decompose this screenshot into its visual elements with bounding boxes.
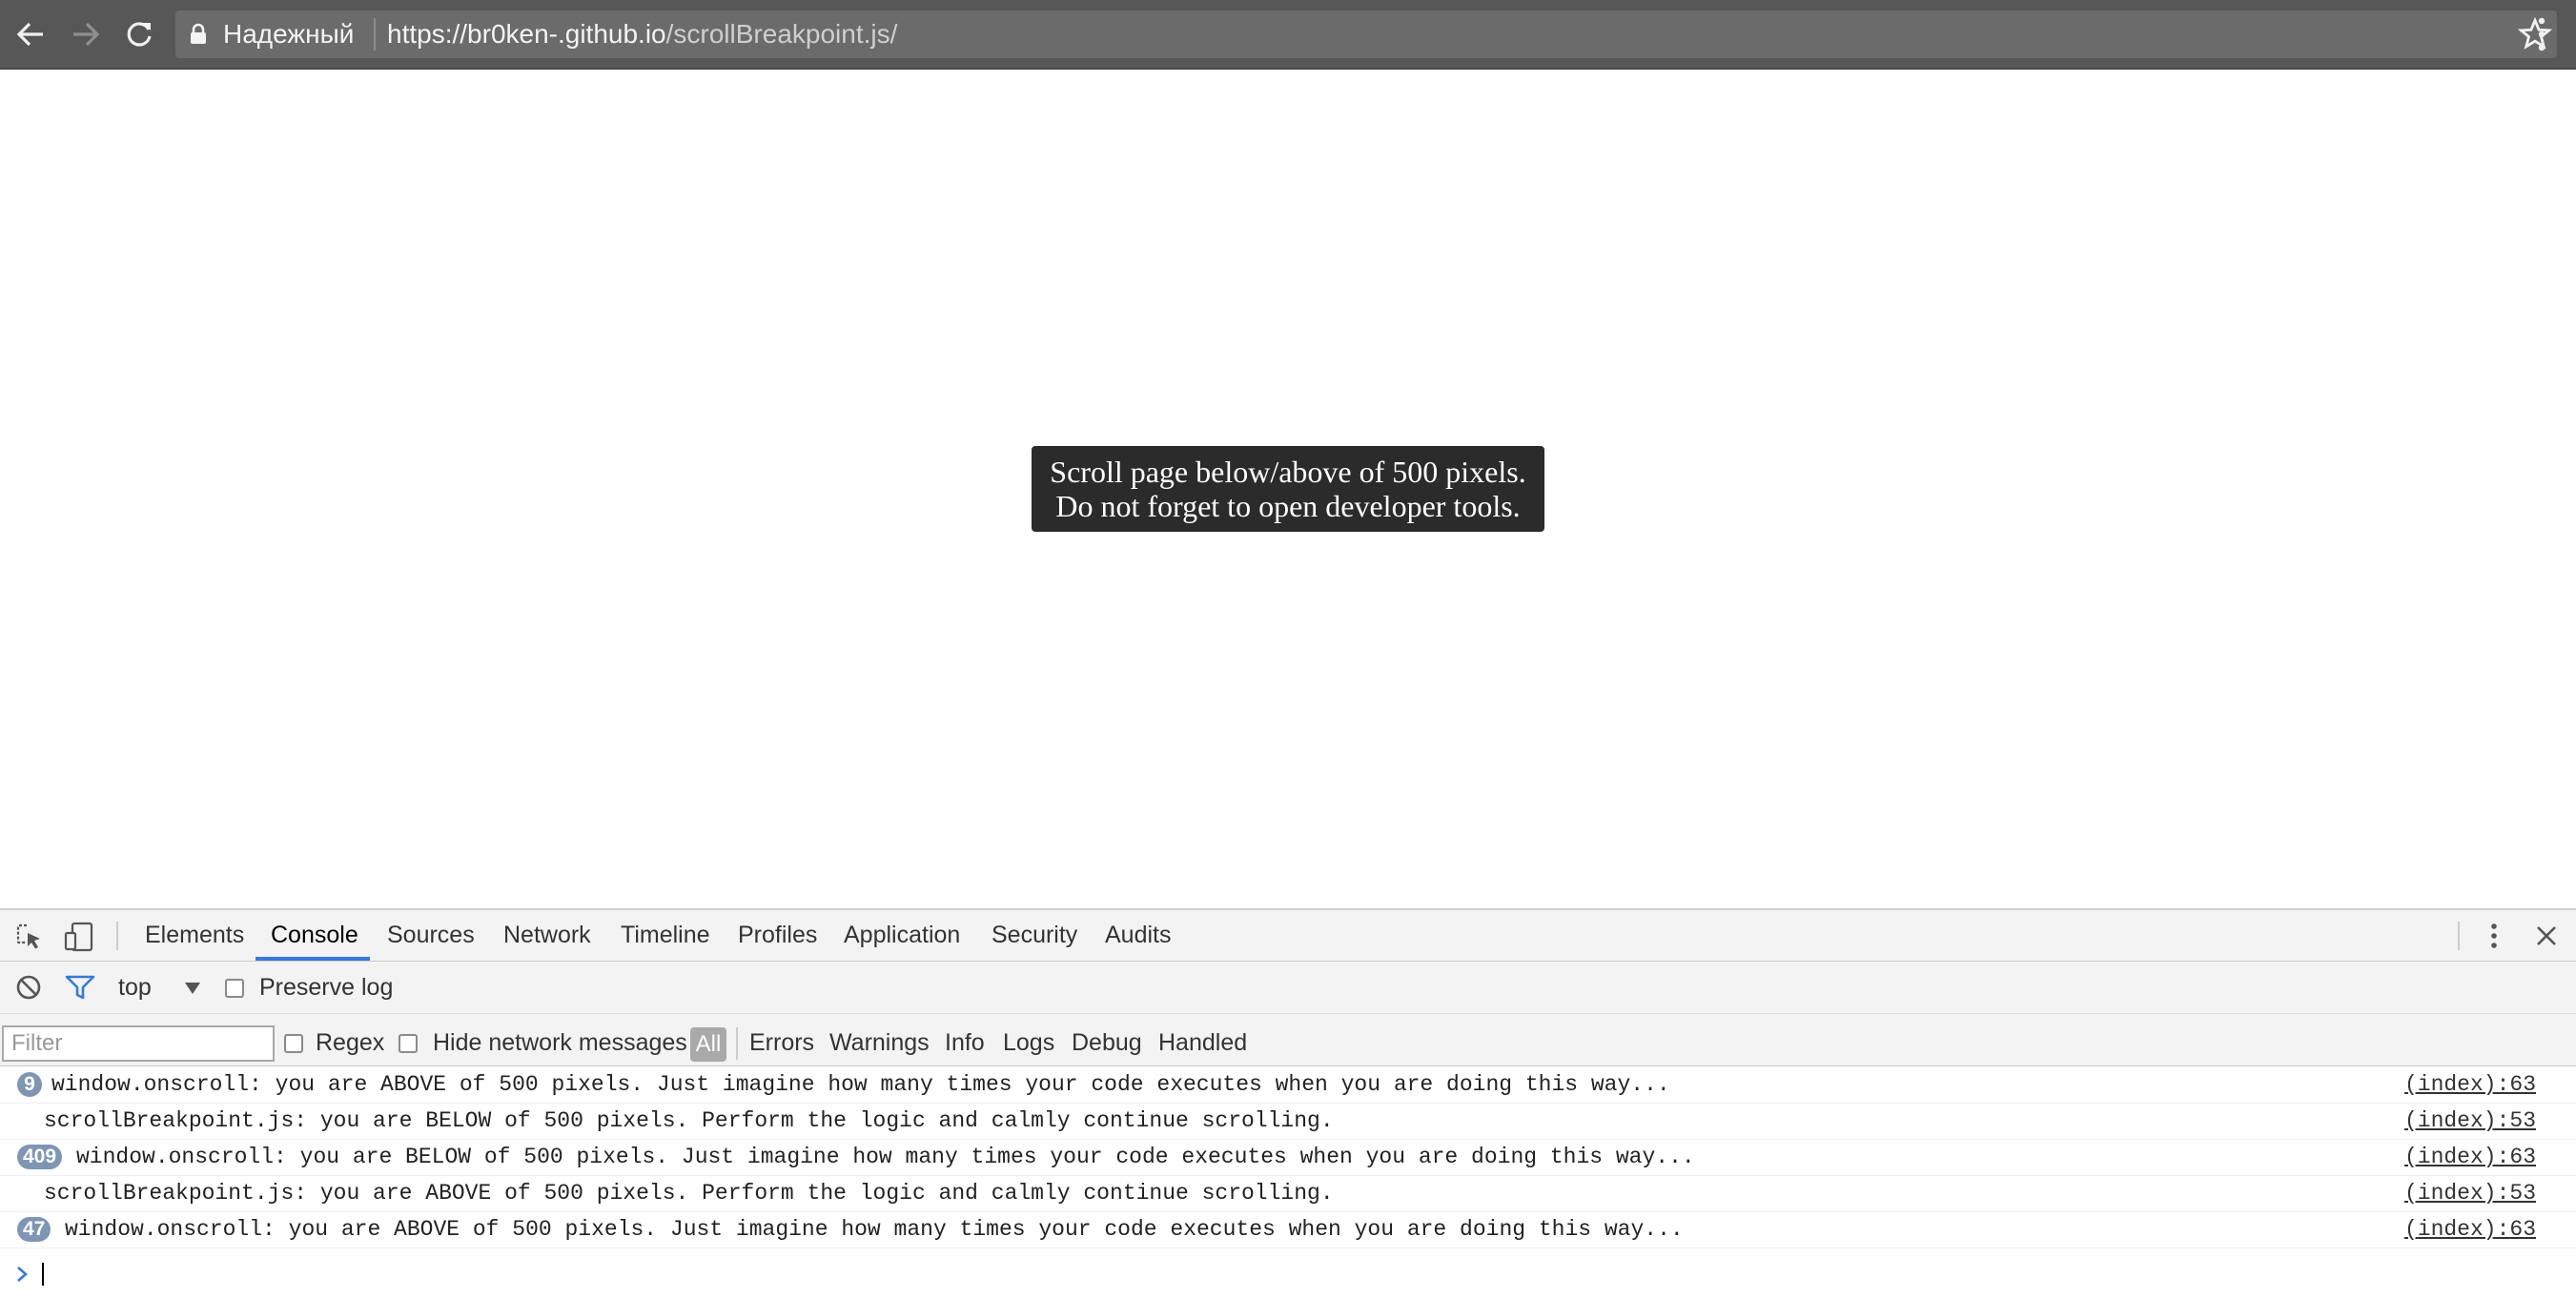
inspect-element-icon[interactable] bbox=[15, 923, 44, 951]
level-all-button[interactable]: All bbox=[690, 1027, 726, 1062]
notice-line-2: Do not forget to open developer tools. bbox=[1055, 489, 1521, 523]
console-prompt[interactable] bbox=[0, 1253, 2576, 1291]
clear-console-icon[interactable] bbox=[15, 974, 42, 1001]
tab-sources[interactable]: Sources bbox=[387, 922, 475, 949]
close-icon[interactable] bbox=[2534, 923, 2559, 948]
source-link[interactable]: (index):53 bbox=[2404, 1108, 2536, 1133]
console-row: scrollBreakpoint.js: you are ABOVE of 50… bbox=[0, 1175, 2576, 1212]
tab-application[interactable]: Application bbox=[844, 922, 960, 949]
url-path: /scrollBreakpoint.js/ bbox=[665, 19, 898, 49]
console-row: 47 window.onscroll: you are ABOVE of 500… bbox=[0, 1211, 2576, 1248]
text-caret bbox=[42, 1263, 44, 1286]
level-info-button[interactable]: Info bbox=[945, 1029, 985, 1057]
tabbar-right-divider bbox=[2458, 922, 2460, 950]
tab-elements[interactable]: Elements bbox=[145, 922, 244, 949]
source-link[interactable]: (index):63 bbox=[2404, 1145, 2536, 1169]
regex-label: Regex bbox=[316, 1029, 385, 1056]
console-message: window.onscroll: you are ABOVE of 500 pi… bbox=[51, 1072, 1670, 1097]
tab-audits[interactable]: Audits bbox=[1105, 922, 1171, 949]
lock-icon bbox=[191, 23, 206, 44]
context-selector[interactable]: top bbox=[118, 974, 152, 1002]
reload-button[interactable] bbox=[118, 13, 160, 55]
level-warnings-button[interactable]: Warnings bbox=[829, 1029, 930, 1057]
address-divider bbox=[374, 18, 376, 51]
console-message: scrollBreakpoint.js: you are BELOW of 50… bbox=[44, 1108, 1334, 1133]
arrow-right-icon bbox=[73, 22, 100, 47]
preserve-log-label: Preserve log bbox=[259, 974, 394, 1001]
chrome-menu-icon[interactable] bbox=[2521, 15, 2563, 53]
level-handled-button[interactable]: Handled bbox=[1158, 1029, 1247, 1057]
console-row: 409 window.onscroll: you are BELOW of 50… bbox=[0, 1139, 2576, 1176]
devtools-tabbar: Elements Console Sources Network Timelin… bbox=[0, 910, 2576, 962]
repeat-count-badge: 9 bbox=[17, 1072, 42, 1097]
scroll-notice: Scroll page below/above of 500 pixels. D… bbox=[1032, 446, 1544, 532]
page-viewport: Scroll page below/above of 500 pixels. D… bbox=[0, 70, 2576, 908]
console-row: scrollBreakpoint.js: you are BELOW of 50… bbox=[0, 1103, 2576, 1140]
console-row: 9 window.onscroll: you are ABOVE of 500 … bbox=[0, 1066, 2576, 1104]
tab-network[interactable]: Network bbox=[503, 922, 591, 949]
caret-down-icon[interactable] bbox=[183, 981, 202, 996]
tab-timeline[interactable]: Timeline bbox=[621, 922, 710, 949]
level-logs-button[interactable]: Logs bbox=[1003, 1029, 1054, 1057]
hide-network-checkbox[interactable] bbox=[399, 1034, 418, 1053]
tab-profiles[interactable]: Profiles bbox=[738, 922, 817, 949]
tabbar-divider bbox=[116, 922, 118, 950]
console-toolbar: top Preserve log bbox=[0, 962, 2576, 1014]
hide-network-label: Hide network messages bbox=[433, 1029, 687, 1056]
preserve-log-checkbox[interactable] bbox=[225, 979, 244, 998]
source-link[interactable]: (index):63 bbox=[2404, 1072, 2536, 1097]
repeat-count-badge: 47 bbox=[17, 1217, 51, 1242]
secure-label: Надежный bbox=[223, 19, 355, 49]
url-host: https://br0ken-.github.io bbox=[387, 19, 666, 49]
tab-security[interactable]: Security bbox=[992, 922, 1077, 949]
tab-console[interactable]: Console bbox=[271, 922, 358, 949]
console-messages: 9 window.onscroll: you are ABOVE of 500 … bbox=[0, 1066, 2576, 1298]
device-toolbar-icon[interactable] bbox=[63, 922, 95, 952]
filter-icon[interactable] bbox=[65, 974, 95, 1001]
regex-checkbox[interactable] bbox=[284, 1034, 303, 1053]
forward-button[interactable] bbox=[65, 13, 107, 55]
browser-toolbar: Надежный https://br0ken-.github.io/scrol… bbox=[0, 0, 2576, 70]
level-debug-button[interactable]: Debug bbox=[1072, 1029, 1142, 1057]
back-button[interactable] bbox=[10, 13, 51, 55]
address-bar[interactable]: Надежный https://br0ken-.github.io/scrol… bbox=[175, 10, 2557, 58]
chevron-right-icon bbox=[17, 1267, 28, 1282]
console-filter-bar: Regex Hide network messages All Errors W… bbox=[0, 1014, 2576, 1066]
reload-icon bbox=[127, 22, 152, 47]
source-link[interactable]: (index):53 bbox=[2404, 1181, 2536, 1206]
notice-line-1: Scroll page below/above of 500 pixels. bbox=[1050, 455, 1526, 489]
active-tab-indicator bbox=[256, 957, 370, 961]
level-errors-button[interactable]: Errors bbox=[749, 1029, 814, 1057]
url-text[interactable]: https://br0ken-.github.io/scrollBreakpoi… bbox=[387, 19, 897, 50]
console-message: scrollBreakpoint.js: you are ABOVE of 50… bbox=[44, 1181, 1334, 1206]
console-message: window.onscroll: you are BELOW of 500 pi… bbox=[76, 1145, 1695, 1169]
source-link[interactable]: (index):63 bbox=[2404, 1217, 2536, 1242]
repeat-count-badge: 409 bbox=[17, 1145, 63, 1169]
filter-input[interactable] bbox=[2, 1025, 275, 1062]
level-divider bbox=[736, 1027, 738, 1060]
arrow-left-icon bbox=[16, 22, 43, 47]
console-message: window.onscroll: you are ABOVE of 500 pi… bbox=[65, 1217, 1684, 1242]
devtools-menu-icon[interactable] bbox=[2483, 921, 2505, 951]
devtools-panel: Elements Console Sources Network Timelin… bbox=[0, 908, 2576, 1298]
